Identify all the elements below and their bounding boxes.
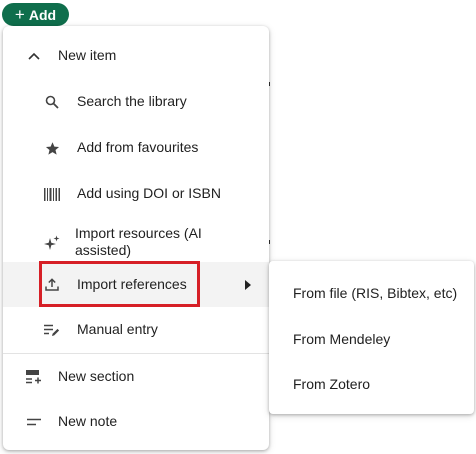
add-button-label: Add [28,6,57,23]
chevron-up-icon [25,47,43,65]
plus-icon: + [14,4,25,24]
menu-item-label: Import resources (AI assisted) [75,225,202,259]
submenu-arrow-icon [245,279,251,290]
section-icon [25,368,43,386]
menu-item-new-item[interactable]: New item [3,38,269,74]
menu-item-label-line1: Import resources (AI [75,225,202,241]
sparkle-icon [43,234,61,252]
highlight-box [39,261,200,307]
menu-item-label-line2: assisted) [75,242,132,258]
menu-item-label: Manual entry [77,321,158,337]
menu-item-label: New section [58,368,135,384]
menu-item-label: Add from favourites [77,139,199,155]
import-references-submenu: From file (RIS, Bibtex, etc) From Mendel… [269,261,474,414]
menu-item-label: New note [58,413,118,429]
menu-item-new-note[interactable]: New note [3,404,269,440]
menu-item-new-section[interactable]: New section [3,359,269,395]
add-button[interactable]: + Add [2,3,69,26]
menu-divider [3,353,269,354]
edit-list-icon [43,321,61,339]
submenu-item-from-zotero[interactable]: From Zotero [293,376,370,393]
menu-item-label: Add using DOI or ISBN [77,185,221,201]
search-icon [43,93,61,111]
note-icon [25,413,43,431]
menu-item-manual-entry[interactable]: Manual entry [3,312,269,348]
menu-item-label: New item [58,47,117,63]
star-icon [43,139,61,157]
menu-item-search-library[interactable]: Search the library [3,84,269,120]
menu-item-import-ai[interactable]: Import resources (AI assisted) [3,220,269,266]
submenu-item-from-file[interactable]: From file (RIS, Bibtex, etc) [293,285,457,302]
menu-item-add-favourites[interactable]: Add from favourites [3,130,269,166]
submenu-item-from-mendeley[interactable]: From Mendeley [293,331,390,348]
barcode-icon [43,185,61,203]
menu-item-doi-isbn[interactable]: Add using DOI or ISBN [3,176,269,212]
menu-item-label: Search the library [77,93,187,109]
add-menu: New item Search the library Add from fav… [3,26,269,450]
